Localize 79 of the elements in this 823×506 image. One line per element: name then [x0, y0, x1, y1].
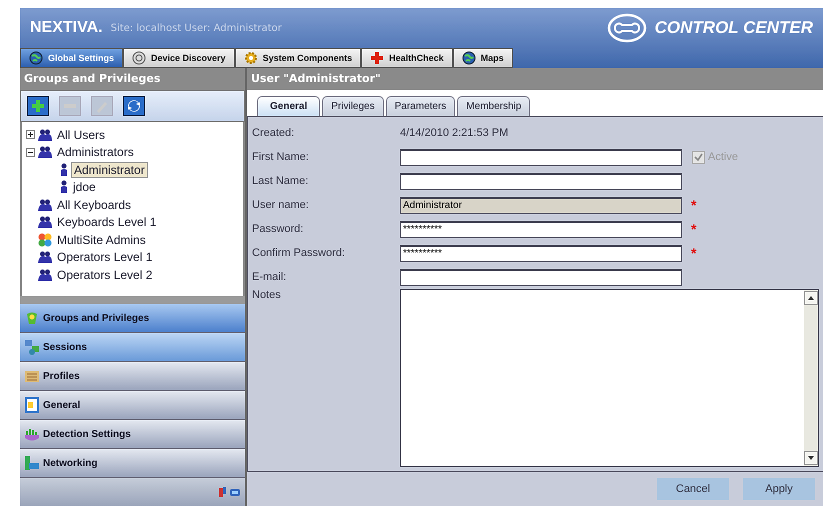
group-icon: [38, 128, 52, 142]
globe-icon: [29, 51, 43, 65]
field-label: Last Name:: [252, 175, 310, 187]
chart-icon: [24, 426, 40, 442]
checkbox-label: Active: [708, 151, 738, 163]
nav-item[interactable]: Sessions: [20, 333, 245, 362]
form-tab[interactable]: Privileges: [322, 96, 384, 116]
nav-item[interactable]: Groups and Privileges: [20, 304, 245, 333]
group-icon: [38, 215, 52, 230]
folder-icon: [24, 368, 40, 384]
field-label: Created:: [252, 127, 296, 139]
refresh-icon: [126, 98, 142, 114]
expander-icon[interactable]: [26, 130, 35, 140]
user-icon: [60, 162, 68, 177]
tree-item[interactable]: Operators Level 1: [55, 250, 154, 264]
tree-item[interactable]: Administrator: [71, 162, 148, 178]
required-mark: *: [691, 245, 696, 261]
field-label: Notes: [252, 289, 282, 301]
input-field[interactable]: **********: [400, 220, 682, 238]
scroll-up-icon[interactable]: [804, 291, 818, 305]
top-tab[interactable]: Device Discovery: [123, 48, 235, 68]
splitter-handle[interactable]: [20, 296, 245, 304]
group-icon: [38, 198, 52, 212]
created-date: 4/14/2010 2:21:53 PM: [400, 127, 508, 139]
wrench-icon: [606, 13, 647, 43]
tree-item[interactable]: Administrators: [55, 145, 136, 160]
logo-text: NEXTIVA.: [30, 19, 103, 37]
radar-icon: [132, 51, 146, 65]
tree-item[interactable]: jdoe: [71, 180, 98, 194]
nav-item[interactable]: Profiles: [20, 362, 245, 391]
input-field[interactable]: [400, 148, 682, 166]
top-tab[interactable]: System Components: [234, 48, 362, 68]
field-label: Password:: [252, 223, 304, 235]
group-icon: [38, 145, 52, 160]
form-tab[interactable]: General: [257, 96, 320, 116]
gear-icon: [244, 51, 258, 65]
group-icon: [38, 268, 52, 282]
nav-item[interactable]: Detection Settings: [20, 420, 245, 449]
nav-item[interactable]: Networking: [20, 449, 245, 478]
nav-item[interactable]: General: [20, 391, 245, 420]
session-info: Site: localhost User: Administrator: [110, 22, 282, 34]
multisite-icon: [38, 232, 52, 247]
network-icon: [24, 455, 40, 471]
scrollbar[interactable]: [804, 290, 818, 466]
cancel-button[interactable]: Cancel: [657, 478, 729, 500]
document-icon: [24, 397, 40, 413]
scroll-down-icon[interactable]: [804, 451, 818, 465]
refresh-button[interactable]: [123, 96, 145, 116]
field-label: E-mail:: [252, 271, 288, 283]
form-tab[interactable]: Parameters: [386, 96, 456, 116]
panel-title: User "Administrator": [247, 68, 823, 90]
shield-icon: [24, 310, 40, 326]
field-label: First Name:: [252, 151, 310, 163]
plus-icon: [30, 98, 46, 114]
input-field[interactable]: [400, 172, 682, 190]
top-tab[interactable]: Maps: [452, 48, 513, 68]
apply-button[interactable]: Apply: [743, 478, 815, 500]
tree-item[interactable]: All Keyboards: [55, 198, 134, 212]
group-icon: [38, 250, 52, 264]
cross-icon: [370, 51, 384, 65]
product-title: CONTROL CENTER: [654, 18, 813, 38]
tree-item[interactable]: MultiSite Admins: [55, 232, 148, 247]
expander-icon[interactable]: [26, 148, 35, 157]
user-icon: [60, 180, 68, 194]
input-field[interactable]: **********: [400, 244, 682, 262]
top-tab[interactable]: Global Settings: [20, 48, 124, 68]
tree-item[interactable]: Operators Level 2: [55, 268, 154, 282]
form-tab[interactable]: Membership: [457, 96, 530, 116]
required-mark: *: [691, 221, 696, 237]
input-field[interactable]: [400, 268, 682, 286]
field-label: User name:: [252, 199, 310, 211]
field-label: Confirm Password:: [252, 247, 346, 259]
add-button[interactable]: [27, 96, 49, 116]
tree-item[interactable]: Keyboards Level 1: [55, 215, 158, 230]
required-mark: *: [691, 197, 696, 213]
tree-item[interactable]: All Users: [55, 128, 108, 142]
network-icon: [219, 486, 241, 498]
globe-icon: [462, 51, 476, 65]
top-tab[interactable]: HealthCheck: [361, 48, 453, 68]
